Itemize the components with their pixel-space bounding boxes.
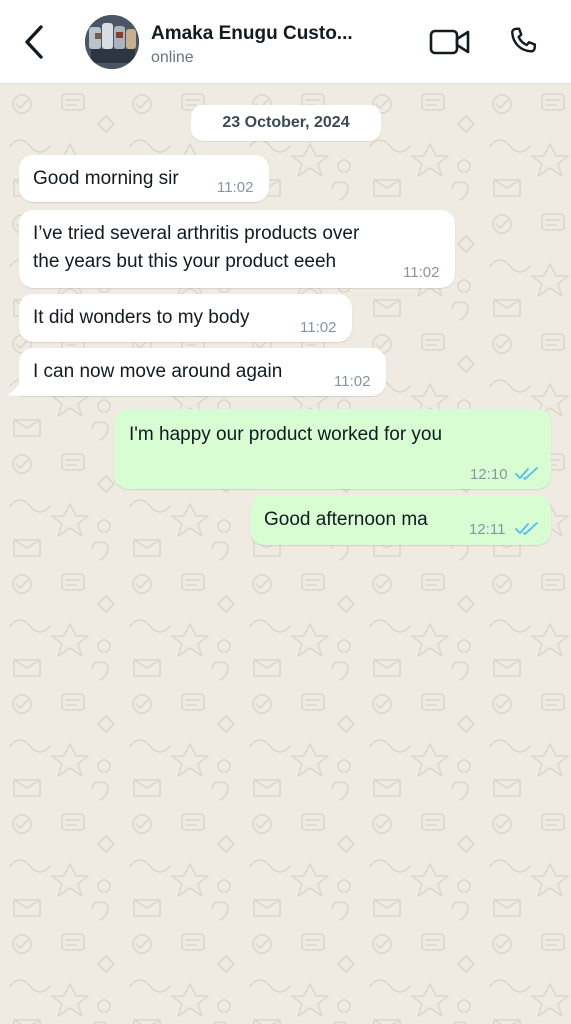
double-check-read-icon (515, 467, 538, 480)
incoming-message[interactable]: Good morning sir 11:02 (19, 155, 269, 202)
double-check-read-icon (515, 522, 538, 535)
date-separator: 23 October, 2024 (191, 105, 381, 141)
contact-name: Amaka Enugu Custo... (151, 23, 353, 44)
incoming-message[interactable]: I’ve tried several arthritis products ov… (19, 210, 455, 288)
message-time: 11:02 (300, 319, 337, 336)
chat-header: Amaka Enugu Custo... online (0, 0, 571, 84)
chat-area[interactable]: 23 October, 2024 Good morning sir 11:02 … (0, 84, 571, 1024)
message-text: It did wonders to my body (33, 307, 250, 328)
message-text: Good afternoon ma (264, 509, 428, 530)
message-text: I'm happy our product worked for you (129, 424, 443, 445)
phone-icon (511, 27, 537, 53)
message-text: I’ve tried several arthritis products ov… (33, 223, 360, 272)
video-call-button[interactable] (428, 25, 472, 59)
video-camera-icon (429, 29, 470, 55)
incoming-message[interactable]: I can now move around again 11:02 (19, 348, 386, 396)
voice-call-button[interactable] (503, 22, 543, 62)
message-time: 11:02 (217, 179, 254, 196)
message-time: 12:11 (469, 521, 506, 538)
outgoing-message[interactable]: I'm happy our product worked for you 12:… (114, 409, 551, 489)
avatar[interactable] (85, 15, 139, 69)
avatar-image (85, 15, 139, 69)
contact-status: online (151, 49, 194, 66)
contact-info[interactable]: Amaka Enugu Custo... online (151, 22, 401, 69)
message-time: 11:02 (334, 373, 371, 390)
incoming-message[interactable]: It did wonders to my body 11:02 (19, 294, 352, 342)
message-time: 11:02 (403, 264, 440, 281)
message-text: Good morning sir (33, 168, 179, 189)
back-button[interactable] (14, 20, 54, 64)
message-text: I can now move around again (33, 361, 283, 382)
message-time: 12:10 (470, 466, 508, 483)
outgoing-message[interactable]: Good afternoon ma 12:11 (250, 495, 551, 545)
chevron-left-icon (25, 25, 43, 59)
